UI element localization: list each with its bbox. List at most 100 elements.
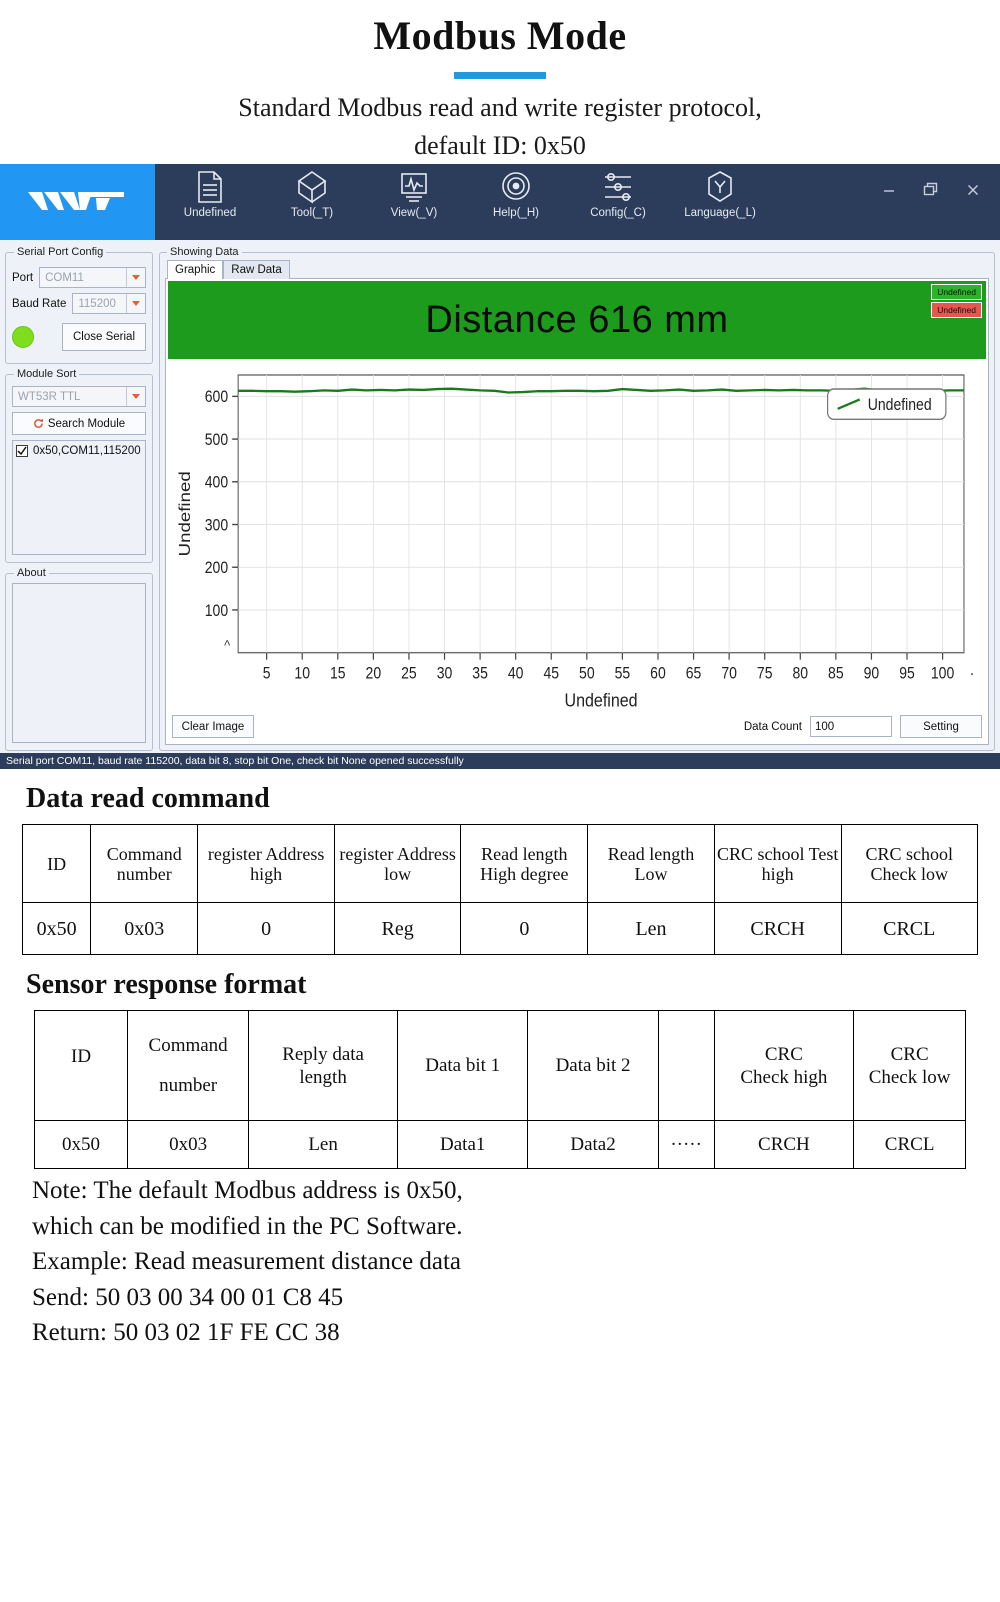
menu-item-language[interactable]: Language(_L) [683,164,757,219]
line-chart-svg: 100 200 300 400 500 600 ^ 5 10 15 20 25 30 35 40 45 50 55… [175,374,974,711]
badge-red[interactable]: Undefined [931,302,982,319]
hero-subtitle: Standard Modbus read and write register … [0,89,1000,164]
list-item[interactable]: 0x50,COM11,115200 [16,445,142,458]
page-title: Modbus Mode [373,13,627,58]
graphic-canvas: Distance 616 mm Undefined Undefined 100 2… [165,278,989,746]
th-data-bit-1: Data bit 1 [397,1010,529,1122]
svg-text:50: 50 [579,665,595,683]
restore-button[interactable] [918,178,944,202]
refresh-icon [34,419,43,429]
serial-port-config-legend: Serial Port Config [17,246,104,259]
close-button[interactable] [960,178,986,202]
menu-item-help[interactable]: Help(_H) [479,164,553,219]
svg-text:300: 300 [205,517,228,535]
about-group: About [5,567,153,752]
cell-read-len-high: 0 [460,902,589,956]
showing-data-legend: Showing Data [170,246,239,259]
notes-block: Note: The default Modbus address is 0x50… [32,1173,978,1351]
table-row: 0x50 0x03 Len Data1 Data2 ····· CRCH CRC… [33,1120,966,1170]
application-body: Serial Port Config Port COM11 Baud Rate … [0,240,1000,754]
svg-text:400: 400 [205,474,228,492]
svg-text:500: 500 [205,431,228,449]
close-serial-button[interactable]: Close Serial [62,323,146,352]
cell-reg-addr-high: 0 [197,902,335,956]
menu-item-label: Undefined [183,207,237,220]
minimize-icon [884,190,894,193]
window-controls[interactable] [876,164,1000,240]
module-value: WT53R TTL [18,390,81,403]
connection-row: Close Serial [12,323,146,352]
close-icon [968,185,978,196]
distance-banner: Distance 616 mm Undefined Undefined [168,281,986,360]
menu-item-view[interactable]: View(_V) [377,164,451,219]
menu-bar[interactable]: Undefined Tool(_T) View(_V) Help(_H) Con… [155,164,876,240]
list-item-label: 0x50,COM11,115200 [33,445,141,458]
read-command-table: ID Command number register Address high … [21,824,978,956]
cell-crc-high: CRCH [713,902,842,956]
port-label: Port [12,271,34,284]
about-content [12,583,146,744]
cell-crch: CRCH [713,1120,855,1170]
th-line-top: CRC [890,1043,929,1065]
note-line-5: Return: 50 03 02 1F FE CC 38 [32,1319,340,1347]
th-read-len-high: Read length High degree [460,824,589,904]
hexagon-y-icon [708,171,732,203]
module-checkbox[interactable] [16,445,28,458]
port-select[interactable]: COM11 [39,267,146,289]
cell-crcl: CRCL [853,1120,966,1170]
svg-text:35: 35 [472,665,488,683]
serial-port-config-group: Serial Port Config Port COM11 Baud Rate … [5,246,153,365]
sidebar: Serial Port Config Port COM11 Baud Rate … [2,243,155,753]
svg-text:5: 5 [263,665,271,683]
note-line-2: which can be modified in the PC Software… [32,1212,463,1240]
module-select[interactable]: WT53R TTL [12,386,146,408]
svg-text:20: 20 [366,665,382,683]
tab-bar[interactable]: Graphic Raw Data [167,260,989,280]
th-line-top: Command [148,1035,228,1057]
menu-item-tool[interactable]: Tool(_T) [275,164,349,219]
cell-reg-addr-low: Reg [333,902,462,956]
th-read-len-low: Read length Low [587,824,715,904]
setting-button[interactable]: Setting [900,715,982,739]
main-panel: Showing Data Graphic Raw Data Distance 6… [155,243,998,753]
svg-text:60: 60 [650,665,666,683]
svg-text:70: 70 [721,665,737,683]
response-format-title: Sensor response format [26,969,307,1001]
th-line-top: Data bit 1 [425,1055,501,1077]
badge-green[interactable]: Undefined [931,284,982,301]
documentation: Data read command ID Command number regi… [0,783,1000,1351]
data-count-input[interactable]: 100 [810,716,892,738]
menu-item-label: Tool(_T) [290,207,334,220]
th-command-number: Command number [90,824,199,904]
baud-rate-select[interactable]: 115200 [72,293,146,315]
menu-item-config[interactable]: Config(_C) [581,164,655,219]
banner-badges: Undefined Undefined [931,284,982,319]
search-module-button[interactable]: Search Module [12,412,146,436]
sliders-icon [605,173,631,202]
minimize-button[interactable] [876,178,902,202]
svg-text:65: 65 [686,665,702,683]
note-line-1: Note: The default Modbus address is 0x50… [32,1177,463,1205]
svg-text:^: ^ [224,637,230,654]
module-list[interactable]: 0x50,COM11,115200 [12,440,146,556]
svg-text:80: 80 [792,665,808,683]
wit-logo-icon [27,192,124,211]
svg-text:100: 100 [205,602,228,620]
clear-image-button[interactable]: Clear Image [172,715,254,739]
svg-text:55: 55 [615,665,631,683]
svg-text:75: 75 [757,665,773,683]
tab-raw-data[interactable]: Raw Data [223,260,290,280]
svg-text:15: 15 [330,665,346,683]
th-command-number: Command number [127,1010,250,1122]
svg-text:100: 100 [931,665,954,683]
th-line-bottom: length [299,1066,347,1088]
tab-graphic[interactable]: Graphic [167,260,224,280]
svg-text:600: 600 [205,389,228,407]
document-icon [198,171,222,204]
title-bar: Undefined Tool(_T) View(_V) Help(_H) Con… [0,164,1000,241]
chevron-down-icon [126,268,145,288]
cell-crc-low: CRCL [840,902,978,956]
hero-section: Modbus Mode Standard Modbus read and wri… [0,0,1000,164]
data-count-label: Data Count [743,720,802,733]
menu-item-undefined[interactable]: Undefined [173,164,247,219]
